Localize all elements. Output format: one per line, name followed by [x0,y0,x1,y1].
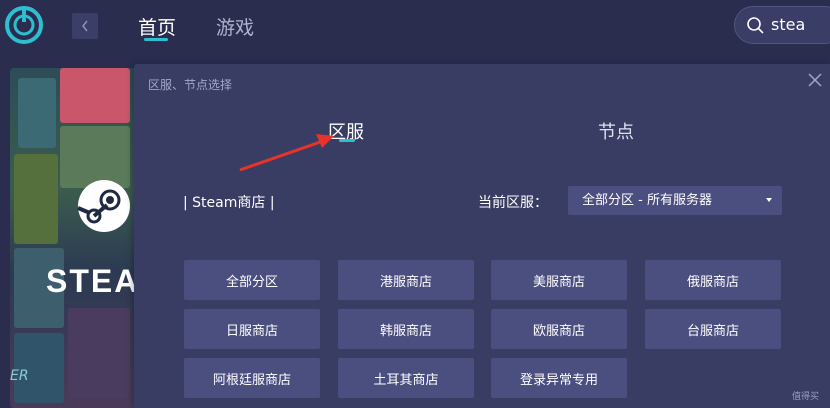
region-button[interactable]: 阿根廷服商店 [184,358,320,398]
steam-logo-icon [77,180,130,232]
chevron-left-icon [82,20,88,32]
tab-home[interactable]: 首页 [138,13,176,40]
region-button[interactable]: 日服商店 [184,309,320,349]
region-button[interactable]: 土耳其商店 [338,358,474,398]
app-logo-icon[interactable] [4,5,44,45]
tab-home-indicator [144,38,168,41]
caret-down-icon [766,198,772,202]
top-bar: 首页 游戏 stea [0,0,830,58]
search-value: stea [771,15,806,34]
region-button[interactable]: 台服商店 [645,309,781,349]
current-region-label: 当前区服： [478,195,548,211]
steam-logo-text: STEAM [46,263,134,299]
watermark: 值得买 [792,392,820,402]
tab-node[interactable]: 节点 [598,118,634,144]
game-tile [18,78,56,148]
search-input[interactable]: stea [734,6,830,44]
region-button[interactable]: 全部分区 [184,260,320,300]
region-button[interactable]: 欧服商店 [491,309,627,349]
region-select[interactable]: 全部分区 - 所有服务器 [568,186,782,215]
banner-corner-text: ER [10,368,29,384]
close-icon[interactable] [807,72,823,88]
steam-banner[interactable]: STEAM ER [10,68,134,408]
region-node-modal: 区服、节点选择 区服 节点 | Steam商店 | 当前区服： 全部分区 - 所… [134,64,830,408]
back-button[interactable] [72,13,98,39]
red-arrow-annotation [239,134,334,172]
region-button[interactable]: 港服商店 [338,260,474,300]
region-button[interactable]: 韩服商店 [338,309,474,349]
tab-games[interactable]: 游戏 [216,13,254,40]
steam-store-label: | Steam商店 | [183,195,275,211]
region-select-value: 全部分区 - 所有服务器 [582,193,712,208]
game-tile [68,308,130,398]
region-button[interactable]: 俄服商店 [645,260,781,300]
search-icon [747,17,764,34]
game-tile [60,68,130,123]
game-tile [14,154,58,244]
region-button[interactable]: 美服商店 [491,260,627,300]
region-button[interactable]: 登录异常专用 [491,358,627,398]
